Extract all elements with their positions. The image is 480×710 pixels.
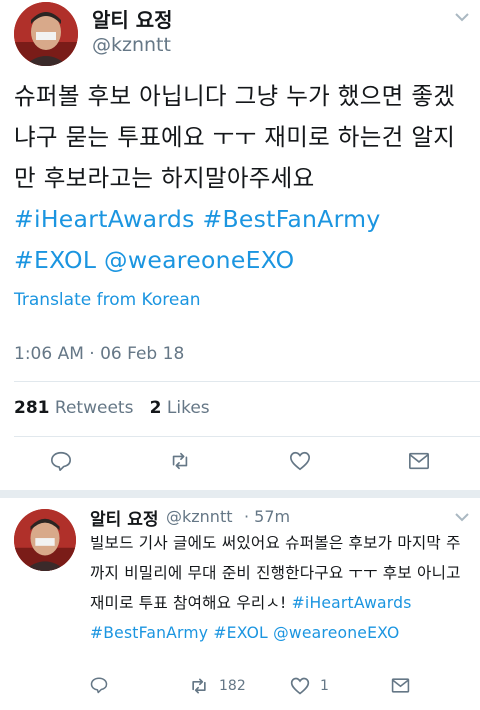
retweet-button[interactable] (169, 450, 191, 472)
avatar[interactable] (14, 2, 78, 66)
retweet-count[interactable]: 281 (14, 398, 50, 418)
heart-icon (290, 451, 310, 471)
like-count[interactable]: 2 (150, 398, 162, 418)
retweet-icon (172, 452, 188, 470)
dm-button[interactable] (391, 676, 410, 695)
tweet-timestamp[interactable]: 1:06 AM · 06 Feb 18 (14, 344, 184, 364)
retweet-count: 182 (219, 678, 246, 694)
reply-button[interactable] (50, 450, 72, 472)
envelope-icon (391, 678, 410, 693)
tweet-text: 빌보드 기사 글에도 써있어요 슈퍼볼은 후보가 마지막 주까지 비밀리에 무대… (90, 528, 470, 648)
like-label[interactable]: Likes (167, 398, 210, 418)
retweet-icon (192, 678, 206, 694)
translate-link[interactable]: Translate from Korean (14, 290, 201, 310)
tweet-separator (0, 490, 480, 498)
hashtag-link[interactable]: #iHeartAwards (292, 594, 412, 612)
retweet-button[interactable]: 182 (189, 676, 246, 696)
display-name[interactable]: 알티 요정 (92, 4, 173, 33)
dm-button[interactable] (408, 450, 430, 472)
main-tweet: 알티 요정 @kznntt 슈퍼볼 후보 아닙니다 그냥 누가 했으면 좋겠냐구… (0, 0, 480, 490)
display-name[interactable]: 알티 요정 (90, 505, 158, 530)
like-button[interactable]: 1 (290, 676, 329, 696)
like-button[interactable] (289, 450, 311, 472)
divider (14, 436, 480, 437)
chevron-down-icon[interactable] (455, 12, 469, 22)
handle[interactable]: @kznntt (92, 34, 171, 56)
divider (14, 381, 480, 382)
mention-link[interactable]: @weareoneEXO (273, 624, 399, 642)
retweet-label[interactable]: Retweets (55, 398, 134, 418)
reply-icon (90, 677, 108, 694)
reply-button[interactable] (90, 676, 108, 694)
avatar[interactable] (14, 509, 76, 571)
time-ago[interactable]: · 57m (244, 507, 290, 526)
heart-icon (290, 677, 310, 695)
envelope-icon (409, 452, 429, 470)
hashtag-link[interactable]: #BestFanArmy (90, 624, 208, 642)
hashtag-link[interactable]: #iHeartAwards (14, 205, 195, 233)
chevron-down-icon[interactable] (455, 512, 469, 522)
hashtag-link[interactable]: #EXOL (14, 246, 96, 274)
tweet-text: 슈퍼볼 후보 아닙니다 그냥 누가 했으면 좋겠냐구 묻는 투표에요 ㅜㅜ 재미… (14, 76, 469, 281)
hashtag-link[interactable]: #BestFanArmy (202, 205, 380, 233)
handle[interactable]: @kznntt (166, 507, 233, 526)
like-count: 1 (320, 678, 329, 694)
hashtag-link[interactable]: #EXOL (213, 624, 268, 642)
reply-icon (51, 451, 71, 471)
engagement-stats: 281 Retweets 2 Likes (14, 398, 210, 418)
mention-link[interactable]: @weareoneEXO (104, 246, 294, 274)
tweet-body: 슈퍼볼 후보 아닙니다 그냥 누가 했으면 좋겠냐구 묻는 투표에요 ㅜㅜ 재미… (14, 82, 456, 192)
